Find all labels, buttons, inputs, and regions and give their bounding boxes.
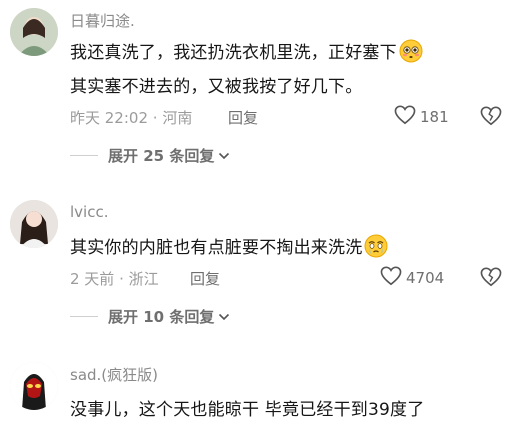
reply-button[interactable]: 回复 — [228, 107, 258, 128]
expand-replies-label: 展开 25 条回复 — [108, 147, 215, 165]
comment-text: 没事儿，这个天也能晾干 毕竟已经干到39度了 — [70, 400, 425, 420]
broken-heart-icon — [480, 106, 502, 130]
comment-text-line: 我还真洗了，我还扔洗衣机里洗，正好塞下 — [70, 38, 423, 68]
username[interactable]: 日暮归途. — [70, 10, 135, 31]
expand-replies-button[interactable]: 展开 25 条回复 — [70, 145, 230, 166]
avatar[interactable] — [10, 200, 58, 248]
like-count: 4704 — [406, 269, 445, 287]
avatar[interactable] — [10, 362, 58, 410]
username[interactable]: sad.(疯狂版) — [70, 364, 158, 385]
expand-replies-button[interactable]: 展开 10 条回复 — [70, 306, 230, 327]
like-count: 181 — [420, 108, 449, 126]
comment-meta: 2 天前 · 浙江 — [70, 270, 159, 288]
chevron-down-icon — [218, 307, 230, 326]
divider — [70, 316, 98, 317]
like-button[interactable]: 181 — [394, 105, 449, 129]
crying-emoji-icon — [364, 234, 388, 263]
avatar[interactable] — [10, 8, 58, 56]
comment-text: 其实你的内脏也有点脏要不掏出来洗洗 — [70, 238, 363, 258]
comment-text-line: 其实你的内脏也有点脏要不掏出来洗洗 — [70, 233, 388, 263]
heart-icon — [380, 266, 402, 290]
comment-meta: 昨天 22:02 · 河南 — [70, 109, 193, 127]
divider — [70, 155, 98, 156]
location: 浙江 — [128, 270, 159, 288]
dislike-button[interactable] — [480, 106, 502, 130]
chevron-down-icon — [218, 146, 230, 165]
timestamp: 昨天 22:02 — [70, 109, 148, 127]
expand-replies-label: 展开 10 条回复 — [108, 308, 215, 326]
comment-text: 我还真洗了，我还扔洗衣机里洗，正好塞下 — [70, 43, 397, 63]
timestamp: 2 天前 — [70, 270, 115, 288]
like-button[interactable]: 4704 — [380, 266, 444, 290]
broken-heart-icon — [480, 267, 502, 291]
location: 河南 — [162, 109, 193, 127]
heart-icon — [394, 105, 416, 129]
dislike-button[interactable] — [480, 267, 502, 291]
flushed-emoji-icon — [399, 39, 423, 68]
reply-button[interactable]: 回复 — [190, 268, 220, 289]
username[interactable]: lvicc. — [70, 203, 108, 221]
comment-text: 其实塞不进去的，又被我按了好几下。 — [70, 77, 363, 97]
